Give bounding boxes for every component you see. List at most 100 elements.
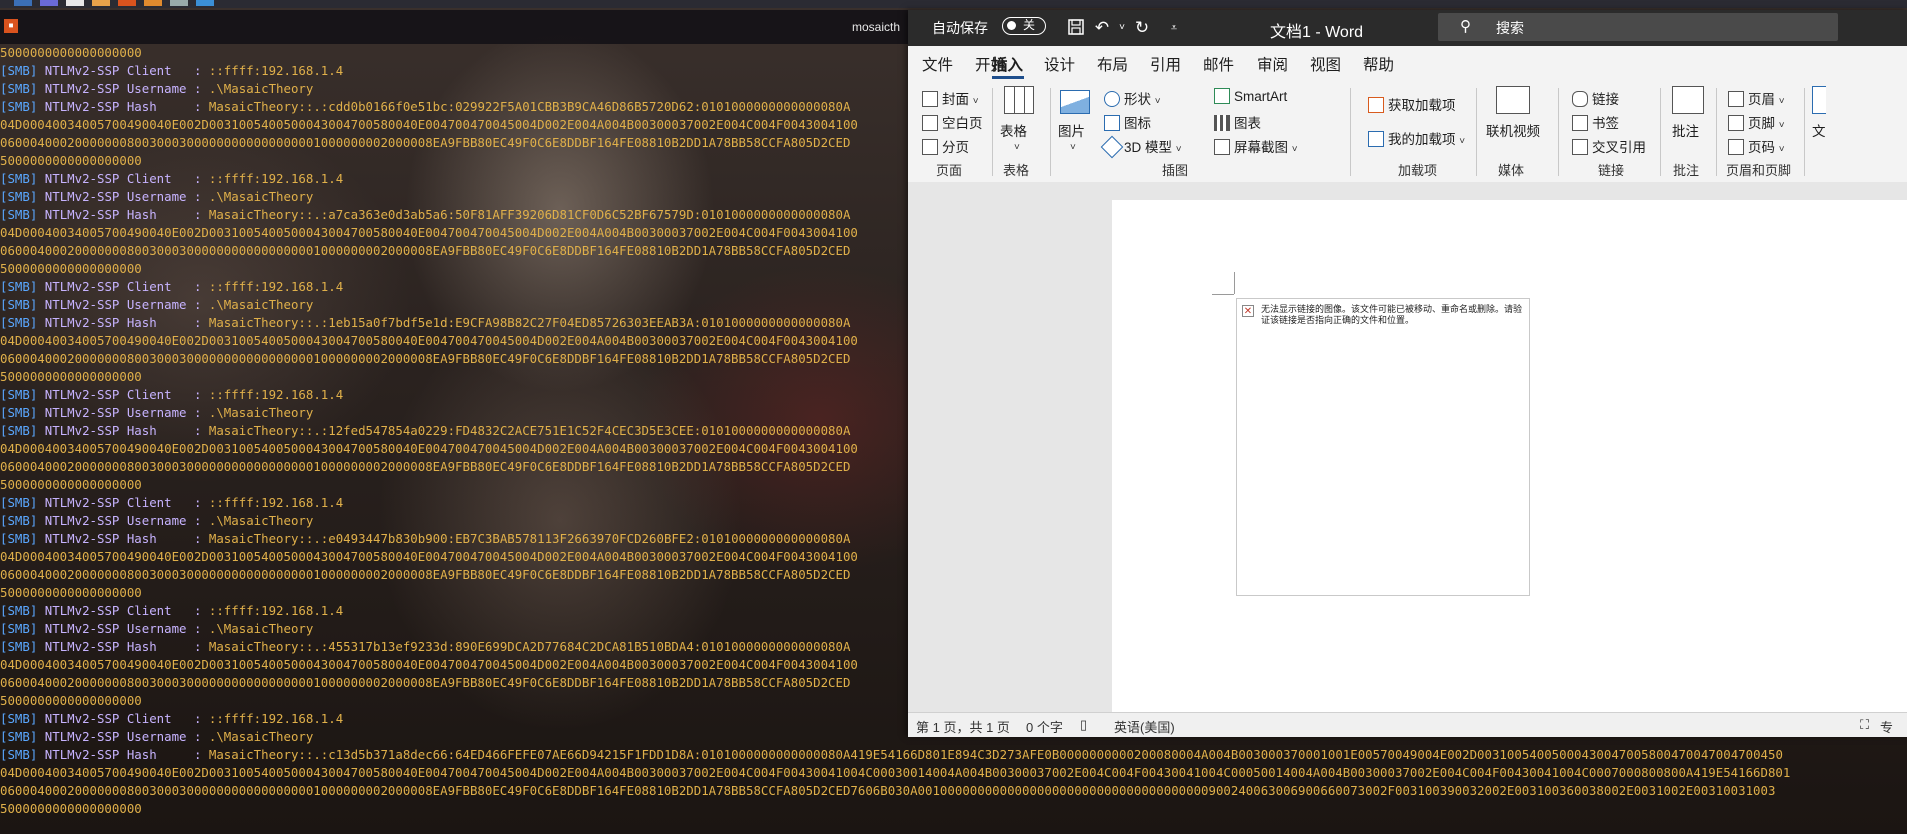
tab-file[interactable]: 文件 <box>922 53 953 75</box>
taskbar-app-icon[interactable] <box>196 0 214 6</box>
tab-view[interactable]: 视图 <box>1310 53 1341 75</box>
hash-continuation: 5000000000000000000 <box>0 801 142 816</box>
undo-icon[interactable]: ↶ <box>1092 18 1112 38</box>
shapes-button[interactable]: 形状 ˅ <box>1104 88 1161 108</box>
tab-references[interactable]: 引用 <box>1150 53 1181 75</box>
page-count[interactable]: 第 1 页，共 1 页 <box>916 717 1010 736</box>
field-label: NTLMv2-SSP Hash : <box>37 531 209 546</box>
icons-icon <box>1104 115 1120 131</box>
tab-layout[interactable]: 布局 <box>1097 53 1128 75</box>
word-window[interactable]: 自动保存 关 ↶ ˅ ↻ ⩡ 文档1 - Word ⚲ 搜索 文件 开始 插入 … <box>908 10 1907 737</box>
field-value: .\MasaicTheory <box>208 297 314 312</box>
picture-icon[interactable] <box>1060 90 1090 114</box>
field-label: NTLMv2-SSP Client : <box>37 387 209 402</box>
new-comment-label[interactable]: 批注 <box>1672 120 1699 140</box>
group-label-comments: 批注 <box>1673 163 1700 178</box>
ribbon-tabs: 文件 开始 插入 设计 布局 引用 邮件 审阅 视图 帮助 <box>908 46 1907 80</box>
textbox-icon[interactable] <box>1812 86 1826 114</box>
table-button-label[interactable]: 表格 <box>1000 120 1027 140</box>
cover-page-button[interactable]: 封面 ˅ <box>922 88 979 108</box>
chevron-down-icon[interactable]: ˅ <box>1112 18 1132 38</box>
online-video-icon[interactable] <box>1496 86 1530 114</box>
smb-tag: [SMB] <box>0 297 38 312</box>
cover-page-icon <box>922 91 938 107</box>
tab-insert[interactable]: 插入 <box>992 53 1023 75</box>
comment-icon[interactable] <box>1672 86 1704 114</box>
taskbar-app-icon[interactable] <box>14 0 32 6</box>
field-value: ::ffff:192.168.1.4 <box>208 387 344 402</box>
smartart-button[interactable]: SmartArt <box>1214 88 1287 104</box>
active-tab-indicator <box>992 76 1024 79</box>
autosave-toggle[interactable]: 关 <box>1002 17 1046 35</box>
search-box[interactable]: ⚲ 搜索 <box>1438 13 1838 41</box>
focus-icon[interactable]: ⛶ <box>1860 717 1869 733</box>
field-label: NTLMv2-SSP Hash : <box>37 315 209 330</box>
page-number-button[interactable]: 页码 ˅ <box>1728 136 1785 156</box>
taskbar-app-icon[interactable] <box>118 0 136 6</box>
group-label-header-footer: 页眉和页脚 <box>1726 163 1792 178</box>
taskbar-app-icon[interactable] <box>40 0 58 6</box>
status-bar: 第 1 页，共 1 页 0 个字 ▯ 英语(美国) ⛶ 专 <box>908 712 1907 737</box>
smb-tag: [SMB] <box>0 747 38 762</box>
tab-design[interactable]: 设计 <box>1044 53 1075 75</box>
proofing-icon[interactable]: ▯ <box>1080 717 1087 733</box>
tab-mailings[interactable]: 邮件 <box>1203 53 1234 75</box>
taskbar-app-icon[interactable] <box>144 0 162 6</box>
field-value: .\MasaicTheory <box>208 189 314 204</box>
taskbar <box>0 0 1907 8</box>
chevron-down-icon[interactable]: ˅ <box>1014 138 1020 153</box>
tab-help[interactable]: 帮助 <box>1363 53 1394 75</box>
icons-button[interactable]: 图标 <box>1104 112 1151 132</box>
group-separator <box>1350 88 1351 176</box>
text-group-partial[interactable]: 文 <box>1812 120 1826 140</box>
field-value: .\MasaicTheory <box>208 621 314 636</box>
hash-continuation: 5000000000000000000 <box>0 153 142 168</box>
smb-tag: [SMB] <box>0 279 38 294</box>
smb-tag: [SMB] <box>0 603 38 618</box>
chevron-down-icon[interactable]: ˅ <box>1070 138 1076 153</box>
online-video-label[interactable]: 联机视频 <box>1486 120 1540 140</box>
bookmark-button[interactable]: 书签 <box>1572 112 1619 132</box>
page-break-button[interactable]: 分页 <box>922 136 969 156</box>
broken-image-placeholder[interactable]: ✕ 无法显示链接的图像。该文件可能已被移动、重命名或删除。请验证该链接是否指向正… <box>1236 298 1530 596</box>
blank-page-button[interactable]: 空白页 <box>922 112 983 132</box>
bookmark-label: 书签 <box>1592 116 1619 131</box>
customize-toolbar-icon[interactable]: ⩡ <box>1164 18 1184 38</box>
3d-models-label: 3D 模型 <box>1124 140 1173 155</box>
header-button[interactable]: 页眉 ˅ <box>1728 88 1785 108</box>
group-label-illustrations: 插图 <box>1162 163 1189 178</box>
cross-reference-button[interactable]: 交叉引用 <box>1572 136 1646 156</box>
language-indicator[interactable]: 英语(美国) <box>1114 717 1175 736</box>
taskbar-app-icon[interactable] <box>92 0 110 6</box>
taskbar-app-icon[interactable] <box>170 0 188 6</box>
3d-models-button[interactable]: 3D 模型 ˅ <box>1100 135 1182 159</box>
hash-continuation: 5000000000000000000 <box>0 45 142 60</box>
header-label: 页眉 <box>1748 92 1775 107</box>
pictures-button-label[interactable]: 图片 <box>1058 120 1085 140</box>
document-page[interactable]: ✕ 无法显示链接的图像。该文件可能已被移动、重命名或删除。请验证该链接是否指向正… <box>1112 200 1907 712</box>
group-label-addins: 加载项 <box>1398 163 1438 178</box>
smb-tag: [SMB] <box>0 99 38 114</box>
field-label: NTLMv2-SSP Username : <box>37 81 209 96</box>
terminal-titlebar[interactable]: ▪ mosaicth <box>0 10 908 44</box>
chart-button[interactable]: 图表 <box>1214 112 1261 132</box>
footer-button[interactable]: 页脚 ˅ <box>1728 112 1785 132</box>
save-icon[interactable] <box>1066 18 1086 38</box>
hash-continuation: 0600040002000000080030003000000000000000… <box>0 675 851 690</box>
focus-label[interactable]: 专 <box>1880 717 1893 736</box>
redo-icon[interactable]: ↻ <box>1132 18 1152 38</box>
link-button[interactable]: 链接 <box>1572 88 1619 108</box>
tab-review[interactable]: 审阅 <box>1257 53 1288 75</box>
hash-continuation: 5000000000000000000 <box>0 477 142 492</box>
screenshot-button[interactable]: 屏幕截图 ˅ <box>1214 136 1298 156</box>
word-count[interactable]: 0 个字 <box>1026 717 1063 736</box>
hash-continuation: 5000000000000000000 <box>0 261 142 276</box>
hash-continuation: 0600040002000000080030003000000000000000… <box>0 459 851 474</box>
group-label-links: 链接 <box>1598 163 1625 178</box>
table-icon[interactable] <box>1004 86 1034 114</box>
taskbar-app-icon[interactable] <box>66 0 84 6</box>
blank-page-icon <box>922 115 938 131</box>
document-area[interactable]: ✕ 无法显示链接的图像。该文件可能已被移动、重命名或删除。请验证该链接是否指向正… <box>908 182 1907 712</box>
get-addins-button[interactable]: 获取加载项 <box>1368 94 1456 114</box>
my-addins-button[interactable]: 我的加载项 ˅ <box>1368 128 1465 148</box>
